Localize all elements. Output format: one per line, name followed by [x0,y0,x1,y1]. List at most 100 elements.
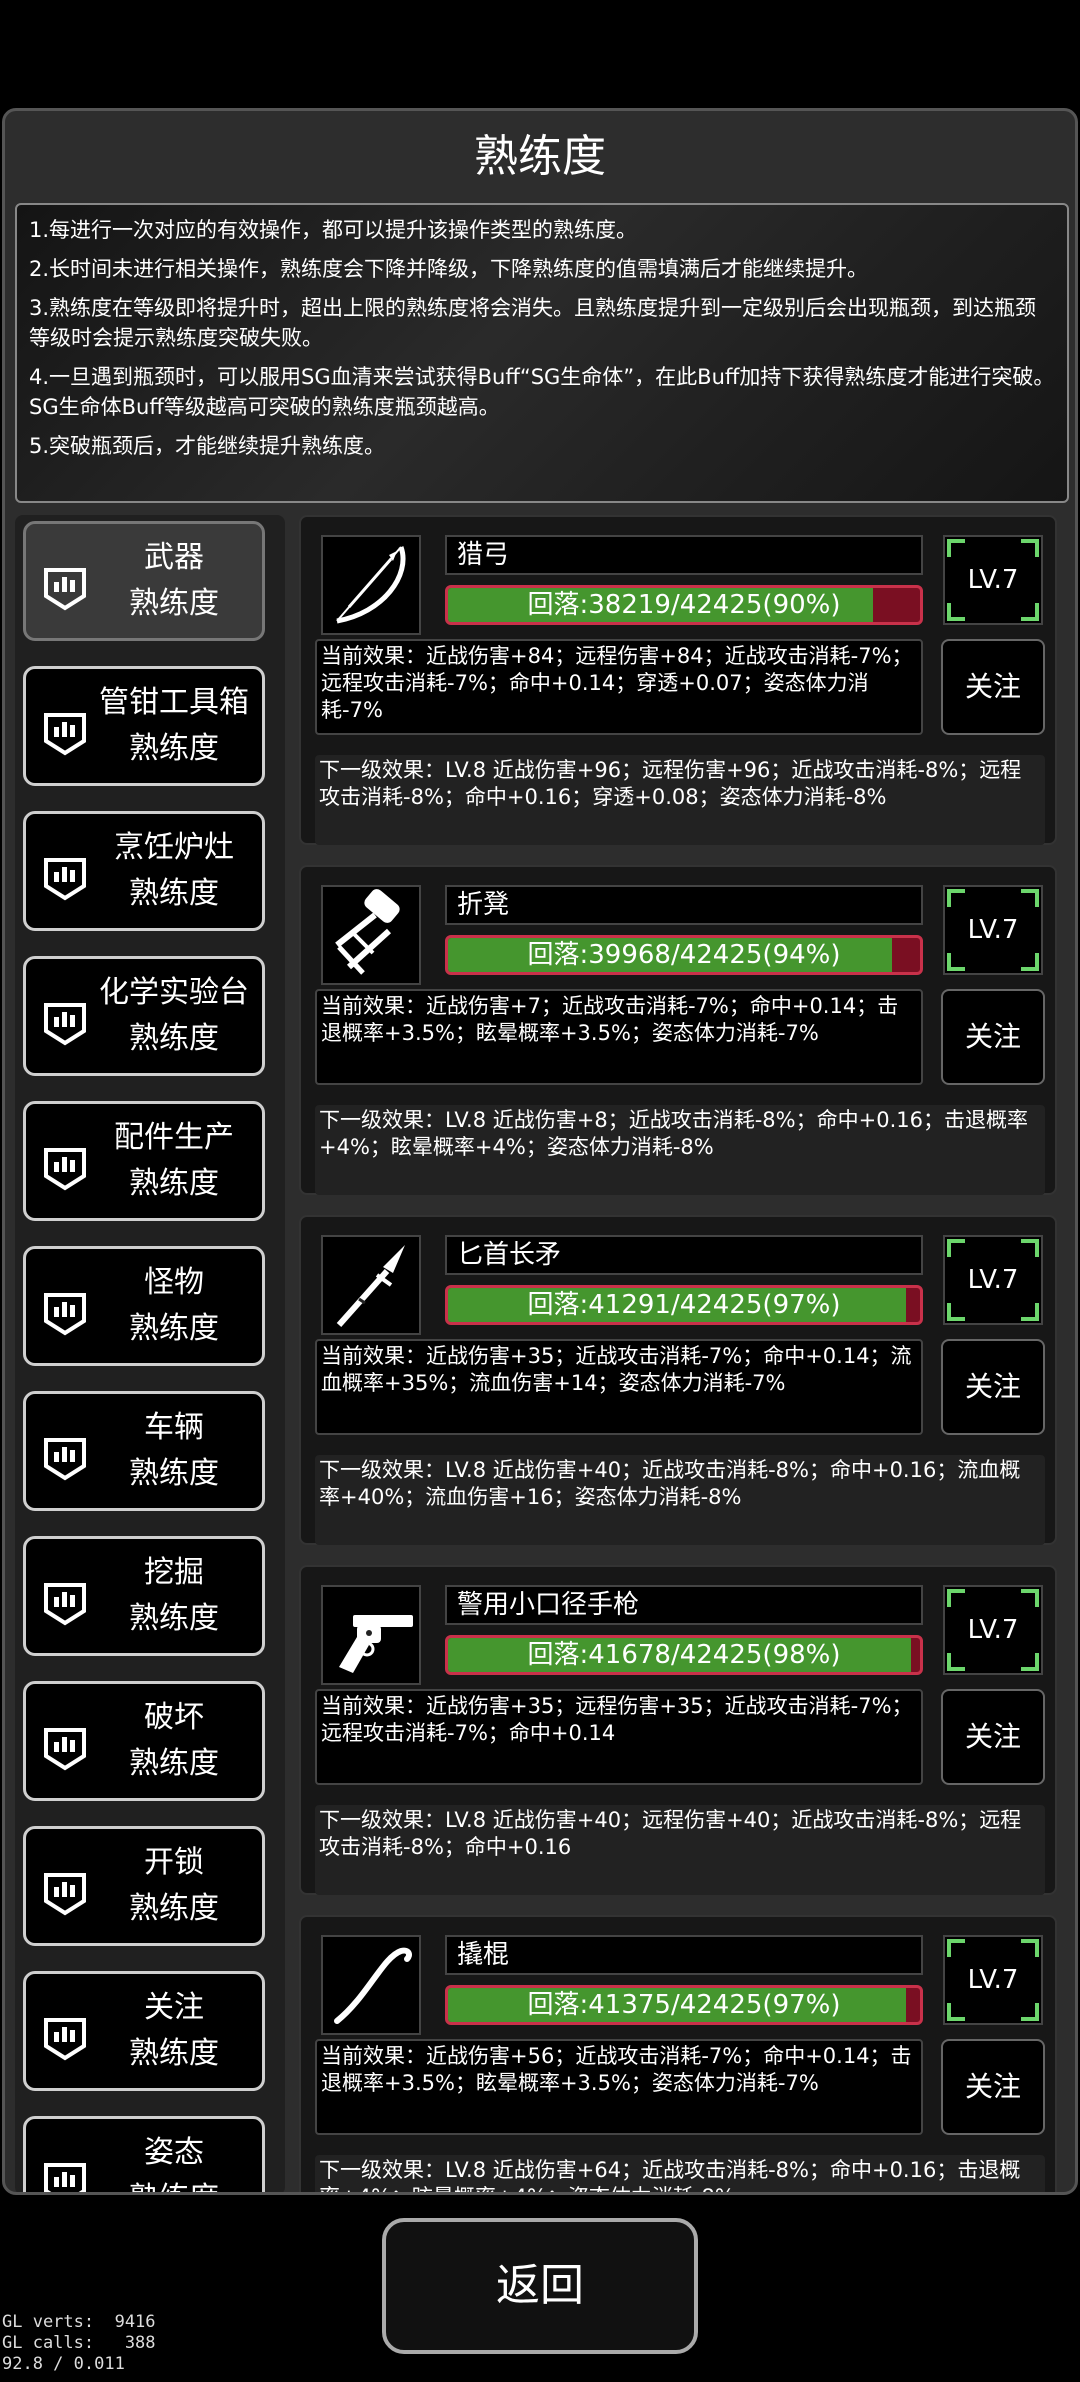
sidebar-item[interactable]: 关注 熟练度 [23,1971,265,2091]
progress-text: 回落:38219/42425(90%) [527,590,841,620]
weapon-name: 匕首长矛 [445,1235,923,1275]
proficiency-chart-icon [40,711,90,757]
proficiency-chart-icon [40,1146,90,1192]
proficiency-chart-icon [40,1871,90,1917]
proficiency-chart-icon [40,1581,90,1627]
level-badge: LV.7 [943,1235,1043,1325]
sidebar-item-label: 管钳工具箱 [99,685,249,720]
current-effect: 当前效果：近战伤害+35；远程伤害+35；近战攻击消耗-7%；远程攻击消耗-7%… [315,1689,923,1785]
proficiency-progress-bar: 回落:41291/42425(97%) [445,1285,923,1325]
level-text: LV.7 [967,1265,1019,1295]
proficiency-chart-icon [40,2016,90,2062]
progress-text: 回落:41678/42425(98%) [527,1640,841,1670]
sidebar-item-sublabel: 熟练度 [129,586,219,621]
proficiency-chart-icon [40,566,90,612]
info-line: 4.一旦遇到瓶颈时，可以服用SG血清来尝试获得Buff“SG生命体”，在此Buf… [29,365,1055,419]
sidebar-item[interactable]: 烹饪炉灶 熟练度 [23,811,265,931]
proficiency-progress-bar: 回落:41678/42425(98%) [445,1635,923,1675]
sidebar-item[interactable]: 破坏 熟练度 [23,1681,265,1801]
category-sidebar[interactable]: 武器 熟练度 管钳工具箱 熟练度 烹饪炉灶 熟练度 化学实验台 熟练度 配件生产 熟练度 怪物 熟练度… [15,515,285,2192]
debug-line: GL calls: 388 [2,2333,156,2353]
weapon-card: 猎弓回落:38219/42425(90%) LV.7 当前效果：近战伤害+84；远程… [299,515,1057,845]
weapon-card: 警用小口径手枪 回落:41678/42425(98%) LV.7 当前效果：近战伤害+… [299,1565,1057,1895]
sidebar-item-label: 怪物 [144,1265,204,1300]
sidebar-item[interactable]: 管钳工具箱 熟练度 [23,666,265,786]
info-line: 3.熟练度在等级即将提升时，超出上限的熟练度将会消失。且熟练度提升到一定级别后会… [29,296,1037,350]
level-badge: LV.7 [943,885,1043,975]
sidebar-item-sublabel: 熟练度 [129,876,219,911]
sidebar-item-label: 烹饪炉灶 [114,830,234,865]
debug-overlay: GL verts: 9416 GL calls: 388 92.8 / 0.011 [2,2312,156,2375]
info-line: 1.每进行一次对应的有效操作，都可以提升该操作类型的熟练度。 [29,218,638,242]
proficiency-panel: 熟练度 1.每进行一次对应的有效操作，都可以提升该操作类型的熟练度。 2.长时间… [2,108,1078,2195]
crowbar-icon [321,1935,421,2035]
sidebar-item-sublabel: 熟练度 [129,1601,219,1636]
sidebar-item-label: 车辆 [144,1410,204,1445]
weapon-card: 匕首长矛回落:41291/42425(97%) LV.7 当前效果：近战伤害+35；… [299,1215,1057,1545]
weapon-name: 撬棍 [445,1935,923,1975]
sidebar-item-sublabel: 熟练度 [129,1166,219,1201]
weapon-name: 猎弓 [445,535,923,575]
next-level-effect: 下一级效果：LV.8 近战伤害+96；远程伤害+96；近战攻击消耗-8%；远程攻… [315,755,1045,845]
page-title: 熟练度 [474,131,606,182]
proficiency-chart-icon [40,2161,90,2192]
sidebar-item-label: 姿态 [144,2135,204,2170]
sidebar-item-sublabel: 熟练度 [86,2177,262,2192]
sidebar-item-sublabel: 熟练度 [129,2036,219,2071]
level-text: LV.7 [967,1965,1019,1995]
next-level-effect: 下一级效果：LV.8 近战伤害+40；近战攻击消耗-8%；命中+0.16；流血概… [315,1455,1045,1545]
proficiency-chart-icon [40,856,90,902]
info-line: 2.长时间未进行相关操作，熟练度会下降并降级，下降熟练度的值需填满后才能继续提升… [29,257,869,281]
sidebar-item-label: 配件生产 [114,1120,234,1155]
current-effect: 当前效果：近战伤害+35；近战攻击消耗-7%；命中+0.14；流血概率+35%；… [315,1339,923,1435]
sidebar-item[interactable]: 车辆 熟练度 [23,1391,265,1511]
proficiency-progress-bar: 回落:39968/42425(94%) [445,935,923,975]
sidebar-item[interactable]: 挖掘 熟练度 [23,1536,265,1656]
proficiency-chart-icon [40,1001,90,1047]
level-text: LV.7 [967,915,1019,945]
level-text: LV.7 [967,1615,1019,1645]
weapon-card: 折凳 回落:39968/42425(94%) LV.7 当前效果：近战伤害+7；近战攻… [299,865,1057,1195]
sidebar-item[interactable]: 化学实验台 熟练度 [23,956,265,1076]
sidebar-item-label: 化学实验台 [99,975,249,1010]
current-effect: 当前效果：近战伤害+84；远程伤害+84；近战攻击消耗-7%；远程攻击消耗-7%… [315,639,923,735]
proficiency-progress-bar: 回落:41375/42425(97%) [445,1985,923,2025]
level-badge: LV.7 [943,1935,1043,2025]
revolver-icon [321,1585,421,1685]
dagger-spear-icon [321,1235,421,1335]
follow-button[interactable]: 关注 [941,639,1045,735]
debug-line: GL verts: 9416 [2,2312,156,2332]
next-level-effect: 下一级效果：LV.8 近战伤害+64；近战攻击消耗-8%；命中+0.16；击退概… [315,2155,1045,2192]
sidebar-item[interactable]: 怪物 熟练度 [23,1246,265,1366]
sidebar-item-label: 武器 [144,540,204,575]
level-badge: LV.7 [943,535,1043,625]
sidebar-item-sublabel: 熟练度 [129,1746,219,1781]
follow-button[interactable]: 关注 [941,2039,1045,2135]
sidebar-item-sublabel: 熟练度 [129,1456,219,1491]
debug-line: 92.8 / 0.011 [2,2354,125,2374]
info-line: 5.突破瓶颈后，才能继续提升熟练度。 [29,434,386,458]
sidebar-item[interactable]: 武器 熟练度 [23,521,265,641]
current-effect: 当前效果：近战伤害+7；近战攻击消耗-7%；命中+0.14；击退概率+3.5%；… [315,989,923,1085]
next-level-effect: 下一级效果：LV.8 近战伤害+8；近战攻击消耗-8%；命中+0.16；击退概率… [315,1105,1045,1195]
folding-stool-icon [321,885,421,985]
next-level-effect: 下一级效果：LV.8 近战伤害+40；远程伤害+40；近战攻击消耗-8%；远程攻… [315,1805,1045,1895]
sidebar-item-label: 关注 [144,1990,204,2025]
sidebar-item-label: 开锁 [144,1845,204,1880]
proficiency-chart-icon [40,1436,90,1482]
sidebar-item-sublabel: 熟练度 [129,731,219,766]
sidebar-item[interactable]: 姿态熟练度 [23,2116,265,2192]
back-button[interactable]: 返回 [382,2218,698,2354]
current-effect: 当前效果：近战伤害+56；近战攻击消耗-7%；命中+0.14；击退概率+3.5%… [315,2039,923,2135]
follow-button[interactable]: 关注 [941,1689,1045,1785]
sidebar-item-sublabel: 熟练度 [129,1021,219,1056]
weapon-list[interactable]: 猎弓 回落:38219/42425(90%) LV.7 当前效果：近战伤害+84；远程… [295,515,1065,2192]
screen: { "title": "熟练度", "info_lines": [ "1.每进行… [0,0,1080,2382]
follow-button[interactable]: 关注 [941,1339,1045,1435]
sidebar-item-sublabel: 熟练度 [129,1891,219,1926]
sidebar-item[interactable]: 配件生产 熟练度 [23,1101,265,1221]
proficiency-chart-icon [40,1726,90,1772]
progress-text: 回落:39968/42425(94%) [527,940,841,970]
follow-button[interactable]: 关注 [941,989,1045,1085]
sidebar-item[interactable]: 开锁 熟练度 [23,1826,265,1946]
